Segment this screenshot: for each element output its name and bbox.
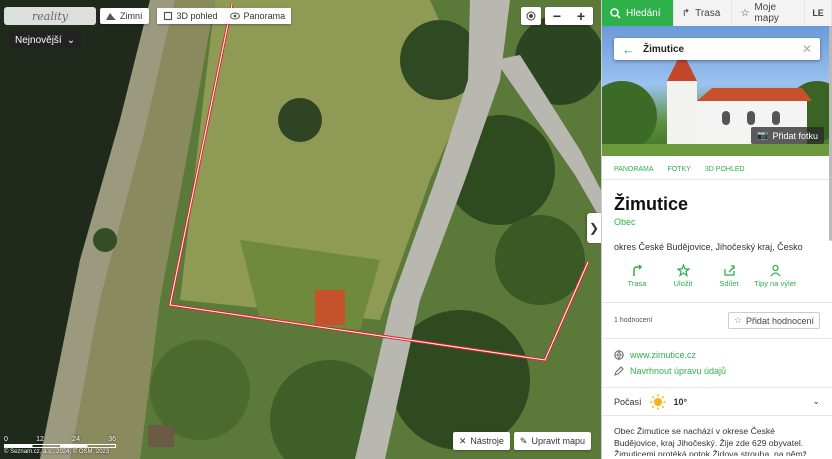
tab-photos[interactable]: FOTKY (668, 166, 691, 173)
search-icon (610, 7, 621, 19)
rating-row: 1 hodnocení ☆ Přidat hodnocení (602, 302, 832, 339)
map-copyright[interactable]: © Seznam.cz, a.s., 2024, © OSM, 2023 (4, 449, 116, 455)
save-action-label: Uložit (673, 279, 693, 288)
add-rating-label: Přidat hodnocení (745, 315, 814, 326)
share-action-button[interactable]: Sdílet (706, 264, 752, 288)
route-icon (632, 264, 642, 276)
trip-tips-action-button[interactable]: Tipy na výlet (752, 264, 798, 288)
route-icon: ↱ (681, 7, 691, 19)
star-icon (676, 264, 690, 277)
place-photo[interactable]: ← Žimutice ✕ 📷 Přidat fotku (602, 26, 832, 156)
save-action-button[interactable]: Uložit (660, 264, 706, 288)
website-label: www.zimutice.cz (630, 350, 697, 360)
user-avatar[interactable]: LE (805, 0, 832, 26)
add-photo-label: Přidat fotku (772, 130, 818, 141)
map-area[interactable]: reality Zimní 3D pohled Panorama Nejnově… (0, 0, 601, 459)
3d-view-button[interactable]: 3D pohled (156, 8, 224, 24)
tab-search-label: Hledání (626, 7, 661, 19)
search-input[interactable]: ← Žimutice ✕ (614, 38, 820, 60)
eye-icon (229, 12, 240, 20)
pencil-icon: ✎ (519, 435, 528, 446)
chevron-down-icon: ⌄ (812, 396, 820, 406)
globe-icon (614, 350, 624, 360)
locate-button[interactable] (521, 7, 541, 25)
scale-tick: 24 (72, 436, 80, 443)
add-photo-button[interactable]: 📷 Přidat fotku (751, 127, 824, 144)
camera-icon: 📷 (757, 130, 769, 140)
weather-row[interactable]: Počasí 10° ⌄ (602, 388, 832, 416)
edit-icon (614, 366, 624, 376)
tab-my-maps-label: Moje mapy (754, 2, 779, 24)
tab-3d-view[interactable]: 3D POHLED (705, 166, 745, 173)
edit-map-button[interactable]: ✎ Upravit mapu (513, 432, 591, 450)
zoom-in-button[interactable]: + (569, 7, 593, 25)
weather-temperature: 10° (673, 396, 688, 407)
route-action-label: Trasa (627, 279, 647, 288)
tools-icon: ✕ (458, 435, 467, 446)
edit-map-label: Upravit mapu (531, 436, 585, 446)
search-query: Žimutice (643, 43, 685, 55)
place-location: okres České Budějovice, Jihočeský kraj, … (614, 242, 803, 252)
weather-label: Počasí (614, 396, 642, 407)
cube-icon (163, 11, 172, 21)
info-links: www.zimutice.cz Navrhnout úpravu údajů (602, 339, 832, 388)
tab-route-label: Trasa (695, 7, 721, 19)
view-switcher: 3D pohled Panorama (156, 8, 292, 24)
side-panel: Hledání ↱ Trasa ☆ Moje mapy LE ← Žimutic… (601, 0, 832, 459)
map-tools: ✕ Nástroje ✎ Upravit mapu (452, 432, 591, 450)
top-nav: Hledání ↱ Trasa ☆ Moje mapy LE (602, 0, 832, 26)
chevron-right-icon: ❯ (588, 221, 600, 235)
scale-bar (4, 444, 116, 448)
place-description: Obec Žimutice se nachází v okrese České … (614, 426, 807, 456)
target-icon (526, 11, 536, 21)
aerial-imagery (0, 0, 601, 459)
tab-my-maps[interactable]: ☆ Moje mapy (732, 0, 806, 26)
share-icon (723, 265, 735, 276)
tab-panorama[interactable]: PANORAMA (614, 166, 654, 173)
tools-label: Nástroje (470, 436, 504, 446)
place-actions: Trasa Uložit Sdílet Tipy na výlet (602, 252, 832, 288)
zoom-out-button[interactable]: − (545, 7, 569, 25)
tab-route[interactable]: ↱ Trasa (673, 0, 733, 26)
scale-tick: 0 (4, 436, 8, 443)
star-icon: ☆ (733, 315, 742, 325)
map-controls: − + (521, 7, 593, 25)
tab-search[interactable]: Hledání (602, 0, 674, 26)
collapse-panel-button[interactable]: ❯ (587, 213, 601, 243)
suggest-edit-label: Navrhnout úpravu údajů (630, 366, 727, 376)
sort-label: Nejnovější (15, 34, 62, 46)
add-rating-button[interactable]: ☆ Přidat hodnocení (727, 312, 820, 329)
panorama-label: Panorama (243, 11, 286, 21)
scale-tick: 36 (108, 436, 116, 443)
website-link[interactable]: www.zimutice.cz (602, 347, 832, 363)
suggest-edit-link[interactable]: Navrhnout úpravu údajů (602, 363, 832, 379)
winter-map-button[interactable]: Zimní (100, 8, 149, 24)
star-icon: ☆ (740, 7, 750, 19)
media-tabs: PANORAMA FOTKY 3D POHLED (602, 160, 832, 180)
sort-dropdown[interactable]: Nejnovější ⌄ (9, 31, 82, 49)
place-title: Žimutice (614, 194, 689, 214)
route-action-button[interactable]: Trasa (614, 264, 660, 288)
trip-icon (769, 264, 781, 277)
place-type[interactable]: Obec (602, 215, 832, 227)
back-arrow-icon[interactable]: ← (622, 42, 635, 57)
scale-labels: 0 12 24 36 (4, 436, 116, 443)
chevron-down-icon: ⌄ (66, 34, 76, 46)
panorama-button[interactable]: Panorama (223, 8, 292, 24)
winter-map-label: Zimní (120, 11, 143, 21)
scale-tick: 12 (36, 436, 44, 443)
trip-tips-action-label: Tipy na výlet (754, 279, 796, 288)
rating-count[interactable]: 1 hodnocení (614, 317, 653, 324)
mountain-icon (106, 13, 116, 20)
sun-icon (649, 393, 666, 410)
zoom-control: − + (545, 7, 593, 25)
3d-view-label: 3D pohled (176, 11, 218, 21)
tools-button[interactable]: ✕ Nástroje (452, 432, 510, 450)
reality-logo[interactable]: reality (4, 7, 96, 25)
clear-icon[interactable]: ✕ (802, 42, 812, 56)
share-action-label: Sdílet (719, 279, 739, 288)
map-topbar: reality Zimní 3D pohled Panorama (4, 7, 292, 25)
map-scale: 0 12 24 36 © Seznam.cz, a.s., 2024, © OS… (4, 436, 116, 455)
